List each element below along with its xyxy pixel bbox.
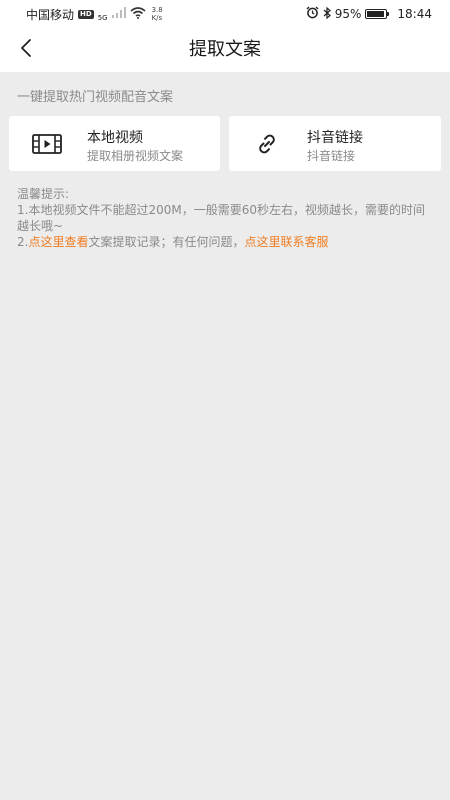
network-type: 5G	[97, 13, 108, 22]
link-icon	[251, 132, 283, 156]
page-title: 提取文案	[189, 39, 261, 60]
back-button[interactable]	[10, 34, 42, 66]
battery-icon	[365, 9, 390, 19]
status-right: 95% 18:44	[306, 6, 432, 22]
speed-unit: K/s	[151, 14, 163, 22]
douyin-link-option[interactable]: 抖音链接 抖音链接	[229, 116, 441, 171]
nav-bar: 提取文案	[0, 28, 450, 72]
tips-section: 温馨提示: 1.本地视频文件不能超过200M，一般需要60秒左右，视频越长，需要…	[17, 186, 433, 250]
local-video-option[interactable]: 本地视频 提取相册视频文案	[9, 116, 220, 171]
chevron-left-icon	[19, 38, 33, 62]
tips-heading: 温馨提示:	[17, 187, 70, 201]
contact-service-link[interactable]: 点这里联系客服	[244, 235, 328, 249]
speed-value: 3.8	[151, 6, 163, 14]
local-video-desc: 提取相册视频文案	[87, 149, 184, 163]
network-speed: 3.8 K/s	[152, 6, 163, 22]
tips-line-1: 1.本地视频文件不能超过200M，一般需要60秒左右，视频越长，需要的时间越长哦…	[17, 203, 425, 233]
wifi-icon	[130, 6, 146, 22]
view-records-link[interactable]: 点这里查看	[28, 235, 88, 249]
video-film-icon	[31, 132, 63, 156]
section-subtitle: 一键提取热门视频配音文案	[17, 90, 174, 105]
douyin-link-desc: 抖音链接	[307, 149, 356, 163]
clock-time: 18:44	[397, 7, 432, 21]
tips-line-2-middle: 文案提取记录；有任何问题，	[88, 235, 245, 249]
signal-icon	[111, 7, 126, 21]
tips-line-2: 2.点这里查看文案提取记录；有任何问题，点这里联系客服	[17, 234, 433, 250]
status-left: 中国移动 HD 5G 3.8 K/s	[26, 6, 163, 23]
douyin-link-title: 抖音链接	[307, 130, 363, 146]
bluetooth-icon	[323, 6, 331, 22]
alarm-icon	[306, 6, 319, 22]
hd-badge: HD	[78, 9, 94, 19]
battery-percent: 95%	[334, 7, 362, 21]
tips-line-2-prefix: 2.	[17, 235, 29, 249]
carrier-name: 中国移动	[26, 7, 75, 22]
status-bar: 中国移动 HD 5G 3.8 K/s 95% 18:44	[0, 0, 450, 28]
local-video-title: 本地视频	[87, 130, 143, 146]
